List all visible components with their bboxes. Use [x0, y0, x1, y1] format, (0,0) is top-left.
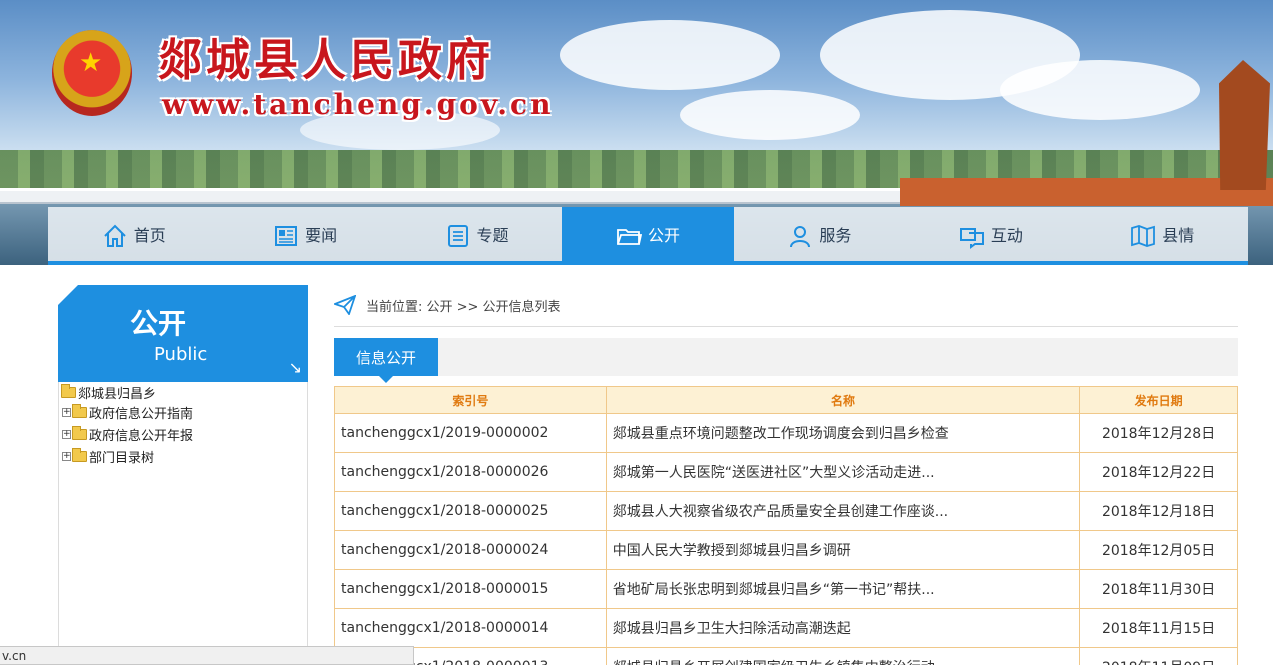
nav-label: 服务 — [819, 226, 852, 245]
cell-title-link[interactable]: 省地矿局长张忠明到郯城县归昌乡“第一书记”帮扶... — [605, 569, 1081, 609]
breadcrumb-text: 当前位置: 公开 >> 公开信息列表 — [366, 299, 561, 315]
cloud-decoration — [1000, 60, 1200, 120]
cell-title-link[interactable]: 郯城县人大视察省级农产品质量安全县创建工作座谈... — [605, 491, 1081, 531]
tree-label: 郯城县归昌乡 — [78, 387, 157, 402]
cell-date: 2018年12月22日 — [1079, 452, 1238, 492]
cell-index: tanchenggcx1/2018-0000014 — [334, 608, 607, 648]
folder-icon — [72, 404, 87, 418]
cell-index: tanchenggcx1/2018-0000026 — [334, 452, 607, 492]
tree-root[interactable]: 郯城县归昌乡 — [61, 383, 156, 402]
site-url: www.tancheng.gov.cn — [162, 88, 554, 121]
bridge — [0, 188, 900, 204]
national-emblem-icon: ★ — [52, 30, 132, 116]
cell-title-link[interactable]: 中国人民大学教授到郯城县归昌乡调研 — [605, 530, 1081, 570]
folder-icon — [61, 384, 76, 398]
tab-info-public[interactable]: 信息公开 — [334, 338, 438, 376]
expand-plus-icon[interactable]: + — [62, 408, 71, 417]
folder-icon — [72, 448, 87, 462]
expand-plus-icon[interactable]: + — [62, 452, 71, 461]
divider — [334, 326, 1238, 327]
cell-date: 2018年12月18日 — [1079, 491, 1238, 531]
main-nav: 首页 要闻 专题 公开 服务 互动 县情 — [48, 207, 1248, 265]
chat-icon — [959, 223, 984, 249]
sidebar-title: 公开 — [130, 307, 187, 340]
cell-date: 2018年12月05日 — [1079, 530, 1238, 570]
star-icon: ★ — [79, 48, 103, 78]
nav-item-home[interactable]: 首页 — [48, 207, 219, 261]
tree-item-guide[interactable]: + 政府信息公开指南 — [62, 403, 193, 422]
cell-index: tanchenggcx1/2018-0000024 — [334, 530, 607, 570]
nav-label: 县情 — [1162, 226, 1195, 245]
expand-plus-icon[interactable]: + — [62, 430, 71, 439]
cell-date: 2018年12月28日 — [1079, 413, 1238, 453]
column-header-index: 索引号 — [334, 386, 607, 414]
table-row: tanchenggcx1/2018-0000025 郯城县人大视察省级农产品质量… — [334, 491, 1238, 531]
corner-fold — [58, 285, 78, 305]
nav-label: 公开 — [647, 226, 680, 245]
topic-icon — [445, 223, 469, 247]
page: ★ 郯城县人民政府 www.tancheng.gov.cn 首页 要闻 专题 公… — [0, 0, 1273, 665]
tree-item-annual-report[interactable]: + 政府信息公开年报 — [62, 425, 193, 444]
tab-bar: 信息公开 — [334, 338, 1238, 383]
cell-title-link[interactable]: 郯城县归昌乡卫生大扫除活动高潮迭起 — [605, 608, 1081, 648]
nav-item-interaction[interactable]: 互动 — [905, 207, 1076, 261]
pavilion-tower — [1219, 60, 1270, 190]
cell-date: 2018年11月30日 — [1079, 569, 1238, 609]
expand-arrow-icon: ↘ — [288, 358, 302, 377]
nav-item-topic[interactable]: 专题 — [391, 207, 562, 261]
nav-item-service[interactable]: 服务 — [734, 207, 905, 261]
user-icon — [787, 223, 811, 248]
nav-label: 要闻 — [305, 226, 338, 245]
cloud-decoration — [680, 90, 860, 140]
cell-index: tanchenggcx1/2019-0000002 — [334, 413, 607, 453]
cell-title-link[interactable]: 郯城县重点环境问题整改工作现场调度会到归昌乡检查 — [605, 413, 1081, 453]
boardwalk — [900, 178, 1273, 206]
folder-icon — [616, 223, 643, 245]
table-row: tanchenggcx1/2018-0000026 郯城第一人民医院“送医进社区… — [334, 452, 1238, 492]
cell-date: 2018年11月15日 — [1079, 608, 1238, 648]
cell-title-link[interactable]: 郯城第一人民医院“送医进社区”大型义诊活动走进... — [605, 452, 1081, 492]
table-row: tanchenggcx1/2018-0000013 郯城县归昌乡开展创建国家级卫… — [334, 647, 1238, 665]
paper-plane-icon — [334, 295, 356, 315]
nav-item-news[interactable]: 要闻 — [219, 207, 390, 261]
info-table: 索引号 名称 发布日期 tanchenggcx1/2019-0000002 郯城… — [334, 386, 1238, 665]
cell-index: tanchenggcx1/2018-0000015 — [334, 569, 607, 609]
table-row: tanchenggcx1/2018-0000015 省地矿局长张忠明到郯城县归昌… — [334, 569, 1238, 609]
nav-label: 互动 — [990, 226, 1023, 245]
tree-label: 政府信息公开指南 — [89, 407, 194, 422]
tree-item-department-directory[interactable]: + 部门目录树 — [62, 447, 154, 466]
sidebar-tree: 郯城县归昌乡 + 政府信息公开指南 + 政府信息公开年报 + 部门目录树 — [58, 382, 308, 665]
site-title: 郯城县人民政府 — [158, 35, 494, 86]
column-header-date: 发布日期 — [1079, 386, 1238, 414]
sidebar-header: 公开 Public ↘ — [58, 285, 308, 382]
nav-item-county-info[interactable]: 县情 — [1077, 207, 1248, 261]
tree-label: 部门目录树 — [89, 451, 155, 466]
tab-caret — [379, 376, 393, 383]
sidebar-subtitle: Public — [154, 344, 208, 365]
cell-index: tanchenggcx1/2018-0000025 — [334, 491, 607, 531]
folder-icon — [72, 426, 87, 440]
news-icon — [273, 223, 298, 246]
nav-item-public[interactable]: 公开 — [562, 207, 734, 261]
table-row: tanchenggcx1/2019-0000002 郯城县重点环境问题整改工作现… — [334, 413, 1238, 453]
browser-status-bar: v.cn — [0, 646, 414, 665]
column-header-name: 名称 — [605, 386, 1081, 414]
tree-label: 政府信息公开年报 — [89, 429, 194, 444]
nav-label: 专题 — [476, 226, 509, 245]
home-icon — [102, 223, 126, 247]
nav-label: 首页 — [133, 226, 166, 245]
table-header-row: 索引号 名称 发布日期 — [334, 386, 1238, 414]
cell-date: 2018年11月09日 — [1079, 647, 1238, 665]
cloud-decoration — [560, 20, 780, 90]
map-icon — [1130, 223, 1156, 247]
table-row: tanchenggcx1/2018-0000014 郯城县归昌乡卫生大扫除活动高… — [334, 608, 1238, 648]
table-row: tanchenggcx1/2018-0000024 中国人民大学教授到郯城县归昌… — [334, 530, 1238, 570]
breadcrumb: 当前位置: 公开 >> 公开信息列表 — [334, 292, 561, 318]
cell-title-link[interactable]: 郯城县归昌乡开展创建国家级卫生乡镇集中整治行动 — [605, 647, 1081, 665]
